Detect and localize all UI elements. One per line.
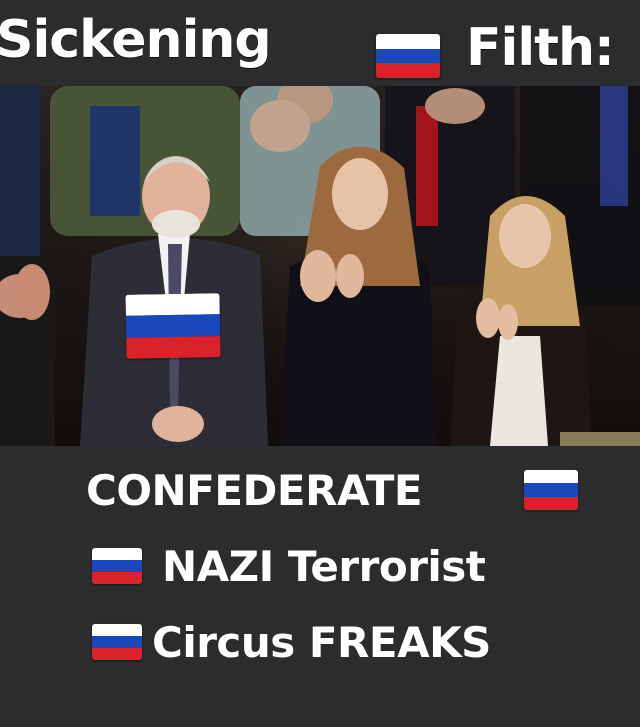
event-photo xyxy=(0,86,640,446)
russia-flag-icon xyxy=(524,470,578,510)
headline: Sickening Filth: xyxy=(0,0,640,86)
headline-word-filth: Filth: xyxy=(466,18,615,78)
russia-flag-overlay-icon xyxy=(125,293,221,359)
russia-flag-icon xyxy=(376,34,440,78)
russia-flag-icon xyxy=(92,548,142,584)
headline-word-sickening: Sickening xyxy=(0,10,272,70)
photo-illustration xyxy=(0,86,640,446)
caption-area: CONFEDERATE NAZI Terrorist Circus FREAKS xyxy=(0,446,640,727)
headline-band: Sickening Filth: xyxy=(0,0,640,86)
clapping-hands xyxy=(14,264,50,320)
railing xyxy=(560,432,640,446)
caption-line-2: NAZI Terrorist xyxy=(162,542,486,591)
russia-flag-icon xyxy=(92,624,142,660)
caption-line-3: Circus FREAKS xyxy=(152,618,491,667)
caption-line-1: CONFEDERATE xyxy=(86,466,423,515)
